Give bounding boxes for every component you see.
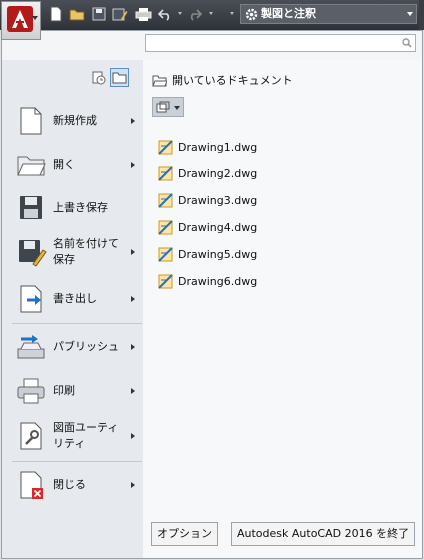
undo-icon[interactable] <box>156 5 174 23</box>
dwg-file-icon <box>158 192 173 208</box>
pane-heading-label: 開いているドキュメント <box>172 74 293 87</box>
chevron-right-icon <box>131 249 135 255</box>
document-name: Drawing6.dwg <box>178 274 258 288</box>
toolbar-edge <box>419 0 424 30</box>
customize-dropdown-icon[interactable] <box>230 12 234 15</box>
menu-item-label: 閉じる <box>53 478 86 491</box>
new-document-icon <box>20 107 42 135</box>
document-name: Drawing2.dwg <box>178 166 258 180</box>
dwg-file-icon <box>158 139 173 155</box>
menu-item-save-as[interactable]: 名前を付けて保存 <box>12 233 140 271</box>
menu-item-close[interactable]: 閉じる <box>12 466 140 504</box>
chevron-right-icon <box>131 118 135 124</box>
search-input[interactable] <box>150 36 399 52</box>
wrench-icon <box>20 422 42 450</box>
display-mode-dropdown[interactable] <box>152 97 184 117</box>
menu-item-label: 書き出し <box>53 292 97 305</box>
document-item[interactable]: Drawing2.dwg <box>158 164 257 182</box>
divider <box>12 461 142 462</box>
menu-item-label: パブリッシュ <box>53 340 119 353</box>
save-icon[interactable] <box>90 5 108 23</box>
workspace-label: 製図と注釈 <box>261 7 316 20</box>
icon-view-icon <box>156 101 170 113</box>
document-name: Drawing3.dwg <box>178 193 258 207</box>
publish-icon <box>17 335 45 359</box>
menu-item-save[interactable]: 上書き保存 <box>12 189 140 227</box>
menu-item-label: 図面ユーティリティ <box>53 421 119 450</box>
menu-item-export[interactable]: 書き出し <box>12 280 140 318</box>
recent-documents-icon[interactable] <box>89 68 108 87</box>
document-item[interactable]: Drawing1.dwg <box>158 138 257 156</box>
view-toggle <box>89 68 129 87</box>
chevron-right-icon <box>131 433 135 439</box>
chevron-down-icon <box>174 106 180 110</box>
open-documents-icon[interactable] <box>110 68 129 87</box>
open-folder-icon <box>17 156 46 176</box>
dwg-file-icon <box>158 273 173 289</box>
command-menu: 新規作成 開く 上書き保存 名前を付けて保存 書き出し パブリッシュ 印刷 図面… <box>2 60 143 558</box>
document-name: Drawing5.dwg <box>178 247 258 261</box>
save-icon <box>20 196 42 219</box>
chevron-down-icon <box>32 16 38 20</box>
print-icon[interactable] <box>134 5 152 23</box>
chevron-right-icon <box>131 388 135 394</box>
document-item[interactable]: Drawing6.dwg <box>158 272 257 290</box>
gear-icon <box>245 8 258 21</box>
quick-access-toolbar: 製図と注釈 <box>0 0 424 30</box>
open-folder-icon <box>152 75 167 86</box>
undo-dropdown-icon[interactable] <box>178 12 182 15</box>
menu-item-print[interactable]: 印刷 <box>12 372 140 410</box>
chevron-right-icon <box>131 296 135 302</box>
close-document-icon <box>20 471 43 499</box>
open-documents-pane: 開いているドキュメント Drawing1.dwg Drawing2.dwg Dr… <box>143 60 422 558</box>
menu-item-open[interactable]: 開く <box>12 146 140 184</box>
options-button[interactable]: オプション <box>151 522 218 546</box>
autocad-logo-icon <box>7 6 33 32</box>
menu-item-new[interactable]: 新規作成 <box>12 102 140 140</box>
redo-dropdown-icon[interactable] <box>209 12 213 15</box>
dwg-file-icon <box>158 246 173 262</box>
chevron-down-icon <box>407 12 413 16</box>
menu-item-label: 印刷 <box>53 384 75 397</box>
export-icon <box>20 285 42 313</box>
save-as-icon <box>19 240 47 267</box>
application-menu-button[interactable] <box>1 1 41 40</box>
printer-icon <box>17 378 45 404</box>
document-item[interactable]: Drawing5.dwg <box>158 245 257 263</box>
menu-item-label: 開く <box>53 158 75 171</box>
menu-item-publish[interactable]: パブリッシュ <box>12 328 140 366</box>
divider <box>12 323 142 324</box>
document-item[interactable]: Drawing3.dwg <box>158 191 257 209</box>
chevron-right-icon <box>131 482 135 488</box>
redo-icon[interactable] <box>186 5 204 23</box>
chevron-right-icon <box>131 344 135 350</box>
document-name: Drawing1.dwg <box>178 140 258 154</box>
save-as-icon[interactable] <box>111 5 129 23</box>
new-icon[interactable] <box>47 5 65 23</box>
menu-item-drawing-utilities[interactable]: 図面ユーティリティ <box>12 417 140 455</box>
document-name: Drawing4.dwg <box>178 220 258 234</box>
search-field[interactable] <box>145 34 416 52</box>
menu-item-label: 名前を付けて保存 <box>53 237 119 266</box>
document-item[interactable]: Drawing4.dwg <box>158 218 257 236</box>
open-icon[interactable] <box>68 5 86 23</box>
menu-item-label: 上書き保存 <box>53 201 108 214</box>
chevron-right-icon <box>131 162 135 168</box>
dwg-file-icon <box>158 165 173 181</box>
search-icon <box>402 38 412 48</box>
pane-heading: 開いているドキュメント <box>152 72 293 88</box>
menu-item-label: 新規作成 <box>53 114 97 127</box>
workspace-switch[interactable]: 製図と注釈 <box>240 4 417 24</box>
exit-autocad-button[interactable]: Autodesk AutoCAD 2016 を終了 <box>231 522 416 546</box>
dwg-file-icon <box>158 219 173 235</box>
